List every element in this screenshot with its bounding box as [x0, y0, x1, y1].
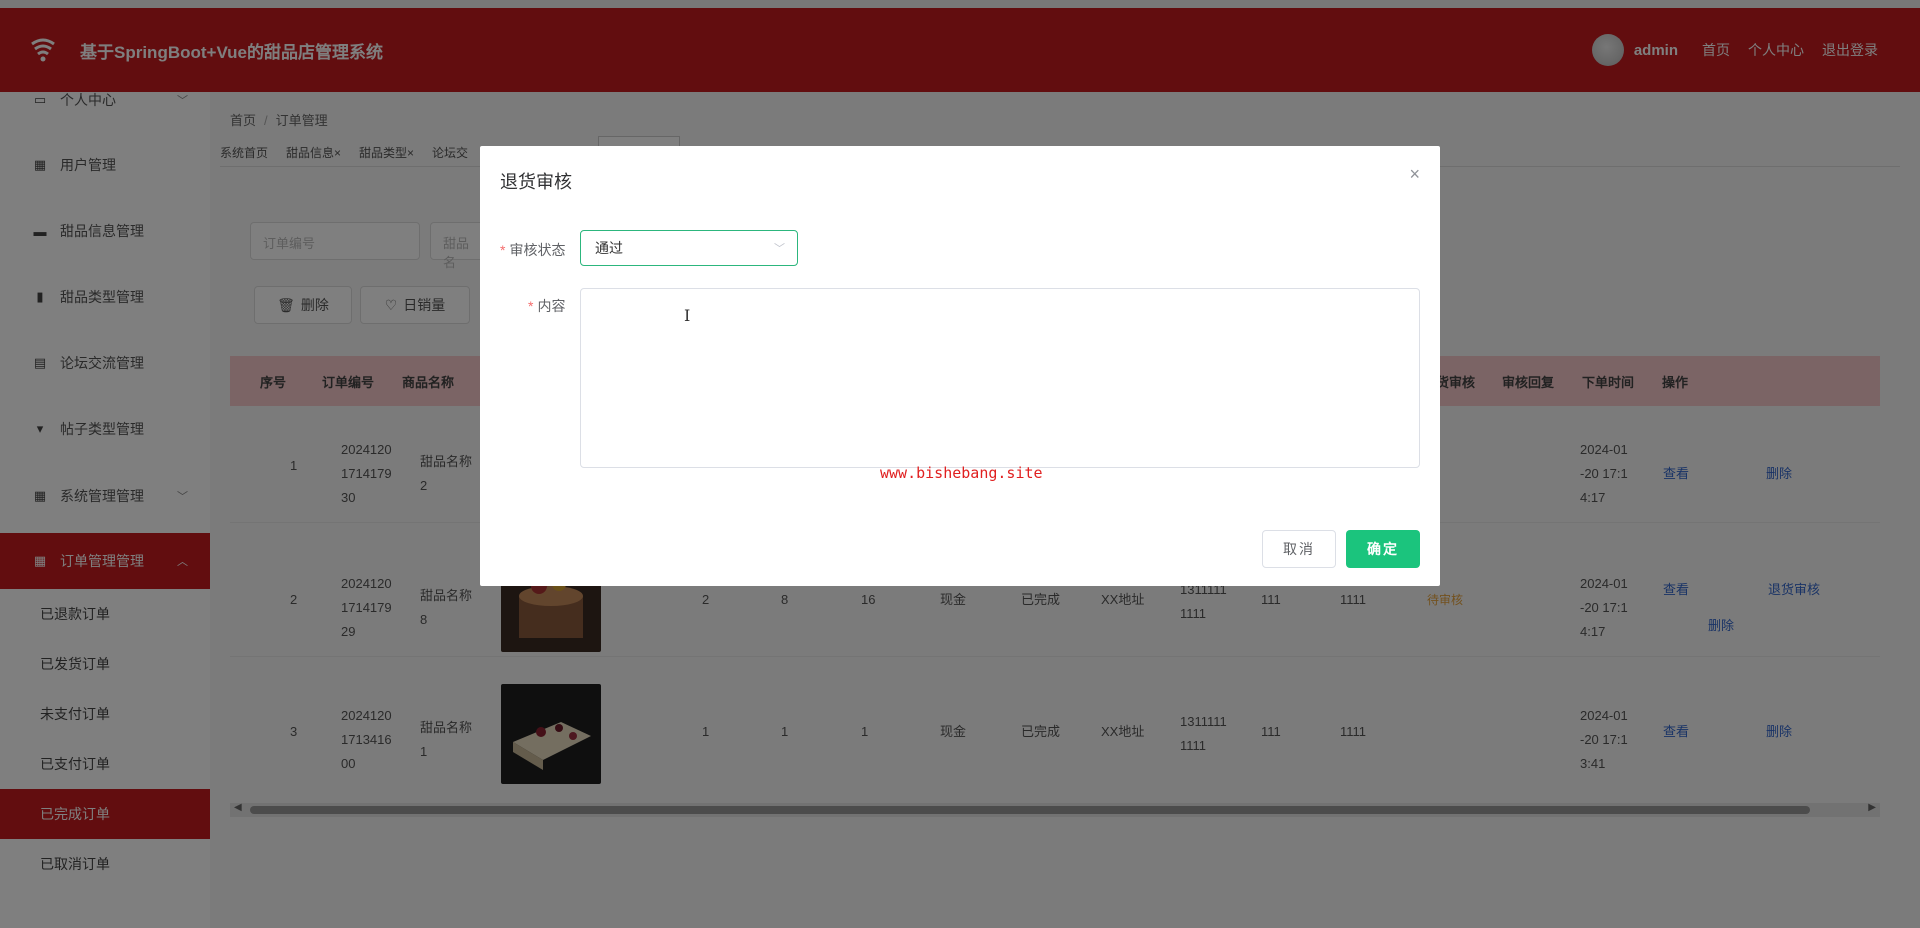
status-label: * 审核状态: [500, 242, 566, 258]
chevron-down-icon: ﹀: [774, 243, 785, 255]
content-label: * 内容: [528, 298, 566, 314]
dialog-title: 退货审核: [500, 172, 572, 192]
select-value: 通过: [595, 240, 623, 256]
text-cursor-icon: I: [684, 306, 691, 325]
cancel-button[interactable]: 取消: [1262, 530, 1336, 568]
watermark: www.bishebang.site: [880, 464, 1043, 482]
audit-status-select[interactable]: 通过 ﹀: [580, 230, 798, 266]
close-icon[interactable]: ×: [1409, 164, 1420, 185]
return-audit-dialog: 退货审核 × * 审核状态 通过 ﹀ * 内容 I www.bishebang.si…: [480, 146, 1440, 586]
confirm-button[interactable]: 确定: [1346, 530, 1420, 568]
content-textarea[interactable]: [580, 288, 1420, 468]
